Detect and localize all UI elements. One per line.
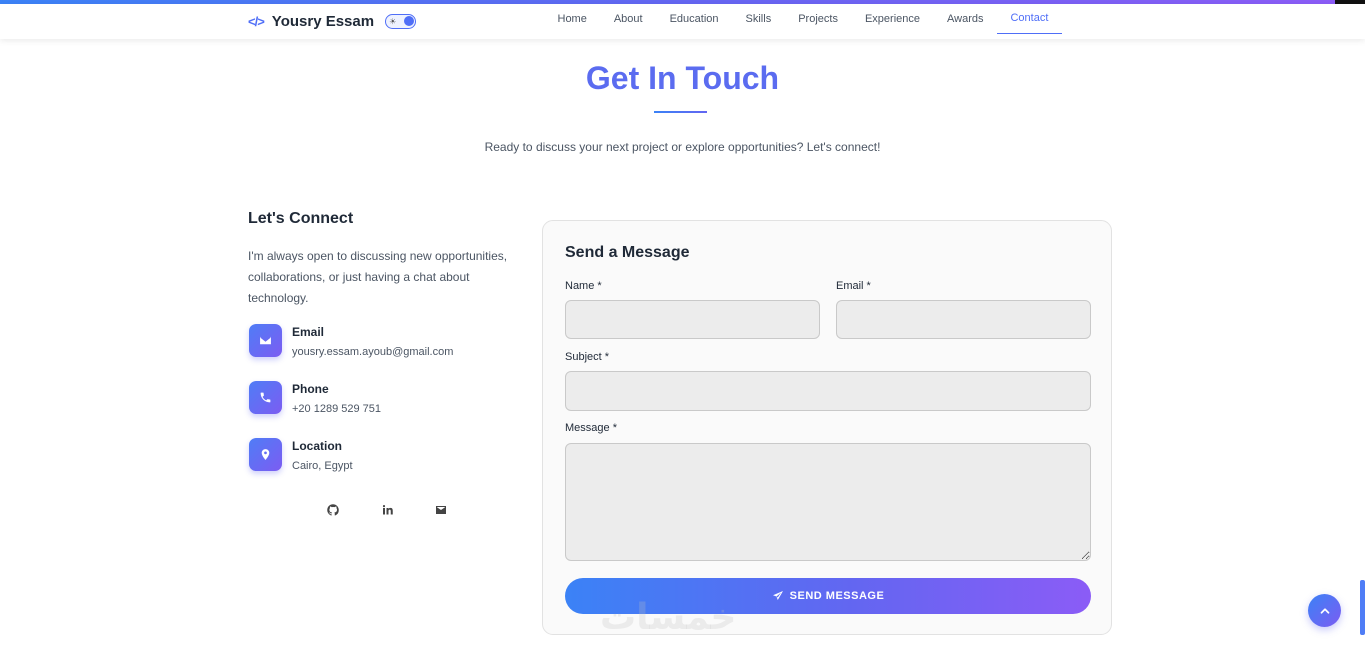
- email-input[interactable]: [836, 300, 1091, 339]
- name-label: Name *: [565, 280, 602, 292]
- nav-awards[interactable]: Awards: [934, 8, 997, 34]
- title-underline: [654, 111, 707, 113]
- contact-email-label: Email: [292, 325, 325, 339]
- contact-location-value: Cairo, Egypt: [292, 460, 353, 472]
- name-input[interactable]: [565, 300, 820, 339]
- main-nav: Home About Education Skills Projects Exp…: [544, 8, 1062, 34]
- nav-projects[interactable]: Projects: [785, 8, 852, 34]
- chevron-up-icon: [1320, 607, 1329, 614]
- navbar: </> Yousry Essam ☀ Home About Education …: [0, 4, 1365, 39]
- contact-phone-label: Phone: [292, 382, 329, 396]
- contact-phone-value: +20 1289 529 751: [292, 403, 382, 415]
- section-title: Get In Touch: [585, 60, 780, 96]
- github-icon[interactable]: [320, 504, 346, 519]
- location-pin-icon: [249, 438, 282, 471]
- watermark: خمسات: [600, 596, 737, 637]
- subject-label: Subject *: [565, 351, 610, 363]
- theme-toggle[interactable]: ☀: [385, 13, 417, 29]
- social-links: [320, 504, 482, 519]
- message-label: Message *: [565, 422, 617, 434]
- nav-about[interactable]: About: [600, 8, 656, 34]
- email-label: Email *: [836, 280, 871, 292]
- nav-home[interactable]: Home: [544, 8, 600, 34]
- brand[interactable]: </> Yousry Essam ☀: [248, 10, 417, 32]
- section-subtitle: Ready to discuss your next project or ex…: [484, 140, 881, 154]
- sun-icon: ☀: [389, 16, 397, 26]
- nav-education[interactable]: Education: [656, 8, 732, 34]
- nav-contact[interactable]: Contact: [996, 8, 1062, 34]
- back-to-top-button[interactable]: [1308, 594, 1341, 627]
- toggle-knob: [404, 15, 415, 26]
- message-textarea[interactable]: [565, 443, 1091, 561]
- contact-phone: Phone +20 1289 529 751: [249, 381, 381, 415]
- linkedin-icon[interactable]: [374, 504, 400, 519]
- subject-input[interactable]: [565, 371, 1091, 411]
- send-message-label: SEND MESSAGE: [789, 590, 885, 602]
- contact-email-value: yousry.essam.ayoub@gmail.com: [292, 346, 454, 358]
- brand-name: Yousry Essam: [271, 12, 375, 30]
- paper-plane-icon: [772, 591, 783, 600]
- connect-heading: Let's Connect: [248, 210, 354, 227]
- contact-location-label: Location: [292, 439, 342, 453]
- envelope-icon[interactable]: [428, 504, 454, 519]
- message-form-card: Send a Message Name * Email * Subject * …: [542, 220, 1112, 635]
- scrollbar-thumb[interactable]: [1360, 580, 1365, 635]
- form-title: Send a Message: [565, 244, 690, 261]
- code-icon: </>: [248, 13, 265, 29]
- nav-experience[interactable]: Experience: [851, 8, 933, 34]
- phone-icon: [249, 381, 282, 414]
- contact-email: Email yousry.essam.ayoub@gmail.com: [249, 324, 453, 358]
- connect-description: I'm always open to discussing new opport…: [248, 249, 508, 305]
- envelope-icon: [249, 324, 282, 357]
- nav-skills[interactable]: Skills: [732, 8, 785, 34]
- contact-location: Location Cairo, Egypt: [249, 438, 353, 472]
